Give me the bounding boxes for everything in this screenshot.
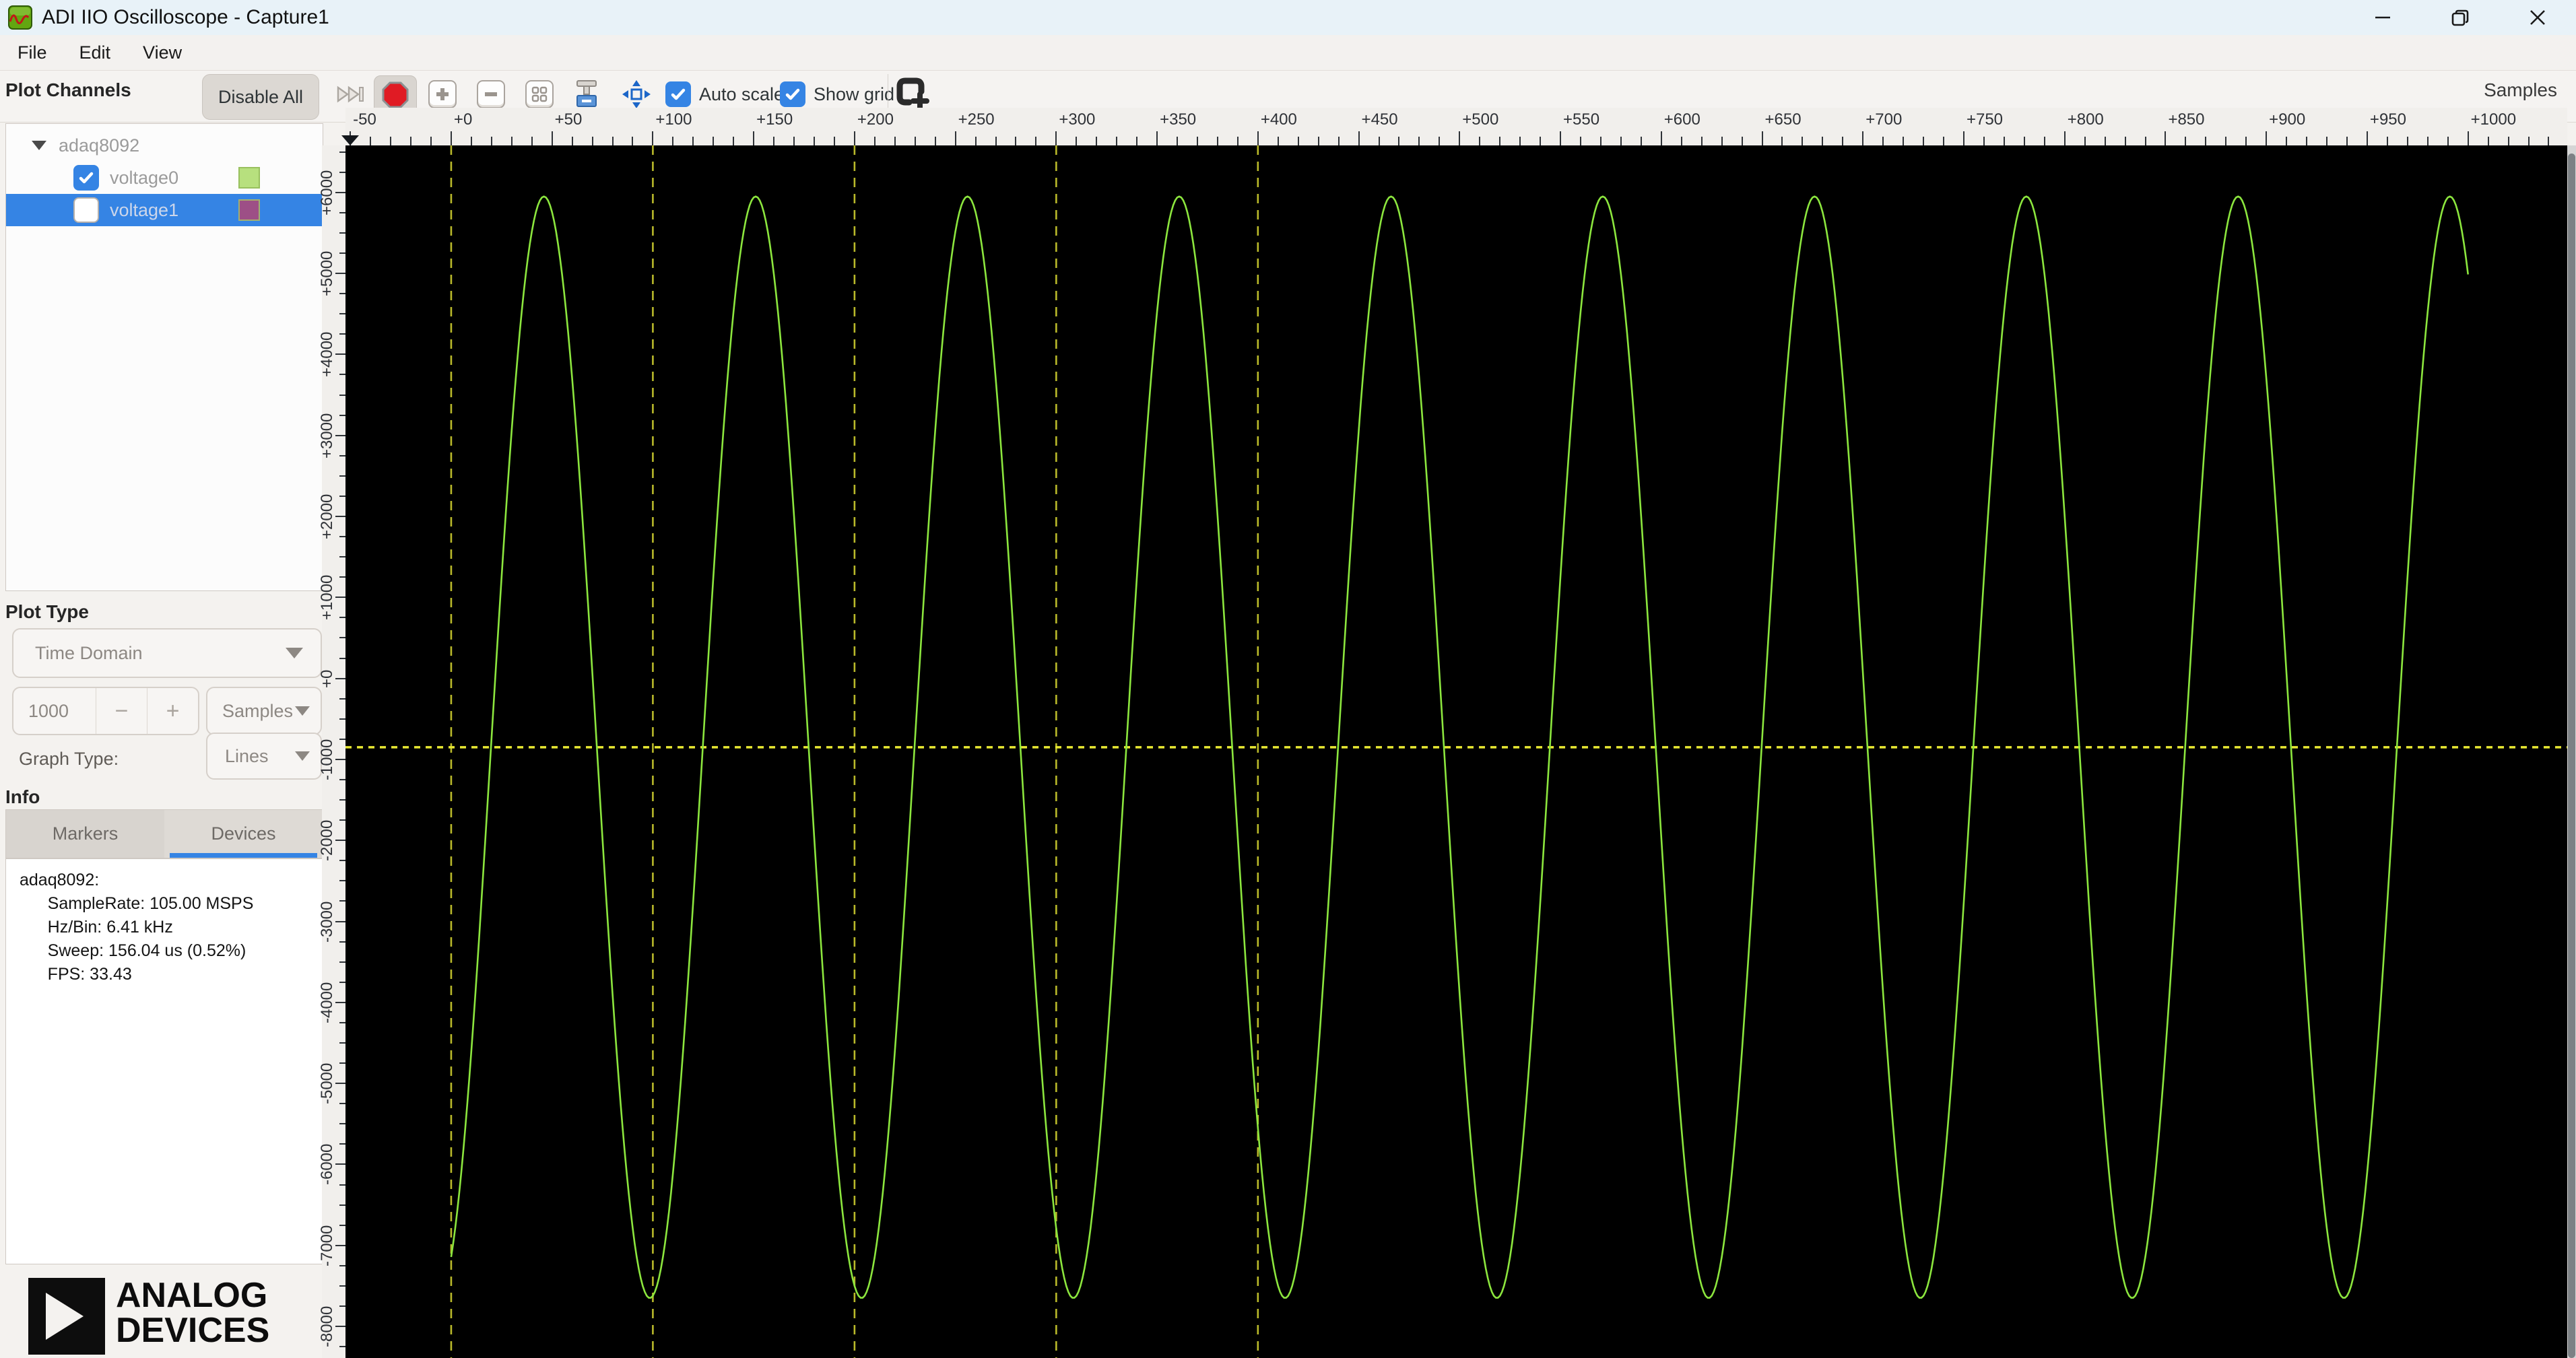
- adi-triangle-icon: [28, 1278, 105, 1355]
- channel-row-voltage1[interactable]: voltage1: [6, 194, 323, 226]
- decrement-button[interactable]: −: [96, 688, 147, 734]
- device-info-text: adaq8092: SampleRate: 105.00 MSPS Hz/Bin…: [5, 858, 323, 1264]
- restore-button[interactable]: [2421, 0, 2499, 35]
- show-grid-label: Show grid: [814, 83, 895, 104]
- zoom-out-icon: [477, 80, 505, 108]
- plot-canvas[interactable]: [345, 145, 2567, 1358]
- close-icon: [2530, 10, 2545, 25]
- logo-text: ANALOG DEVICES: [116, 1276, 270, 1350]
- tab-markers[interactable]: Markers: [6, 810, 164, 858]
- channel-color-swatch[interactable]: [238, 167, 260, 189]
- plot-type-title: Plot Type: [5, 601, 89, 622]
- plot-channels-title: Plot Channels: [5, 79, 131, 100]
- analog-devices-logo: ANALOG DEVICES: [28, 1278, 269, 1355]
- y-axis-ruler: +6000 +5000 +4000 +3000 +2000 +1000 +0 -1000 -20…: [318, 145, 345, 1358]
- check-icon: [785, 88, 800, 100]
- channel-label: voltage1: [110, 199, 179, 220]
- check-icon: [671, 88, 686, 100]
- graph-type-value: Lines: [225, 745, 269, 766]
- disable-all-button[interactable]: Disable All: [202, 74, 319, 120]
- auto-scale-checkbox[interactable]: [665, 81, 691, 107]
- graph-type-label: Graph Type:: [19, 749, 119, 769]
- pan-move-icon: [622, 80, 651, 108]
- check-icon: [79, 172, 94, 184]
- scrollbar-thumb[interactable]: [2568, 154, 2575, 1358]
- plot-vertical-scrollbar[interactable]: [2567, 145, 2576, 1358]
- check-icon: [79, 204, 94, 216]
- title-bar: ADI IIO Oscilloscope - Capture1: [0, 0, 2576, 35]
- seek-forward-icon: [337, 86, 364, 103]
- chevron-down-icon: [295, 751, 310, 761]
- channel-color-swatch[interactable]: [238, 199, 260, 221]
- increment-button[interactable]: +: [147, 688, 198, 734]
- menu-bar: File Edit View: [0, 35, 2576, 71]
- chevron-down-icon: [286, 648, 303, 658]
- close-button[interactable]: [2499, 0, 2576, 35]
- channel-row-voltage0[interactable]: voltage0: [6, 162, 323, 194]
- expander-icon[interactable]: [32, 141, 46, 150]
- menu-file[interactable]: File: [0, 42, 63, 63]
- save-plot-icon: [576, 80, 597, 107]
- sample-count-spinner: 1000 − +: [12, 687, 199, 735]
- app-window: ADI IIO Oscilloscope - Capture1 File Edi…: [0, 0, 2576, 1358]
- zoom-in-icon: [428, 80, 457, 108]
- sample-count-value[interactable]: 1000: [13, 701, 96, 722]
- plot-channels-list: adaq8092 voltage0 voltage1: [5, 123, 323, 591]
- window-title: ADI IIO Oscilloscope - Capture1: [42, 6, 329, 28]
- minimize-button[interactable]: [2344, 0, 2421, 35]
- plot-type-value: Time Domain: [35, 642, 143, 663]
- units-value: Samples: [222, 700, 294, 721]
- new-plot-icon: [896, 77, 929, 110]
- samples-axis-label: Samples: [2484, 79, 2557, 100]
- menu-edit[interactable]: Edit: [63, 42, 127, 63]
- units-dropdown[interactable]: Samples: [206, 687, 322, 735]
- window-controls: [2344, 0, 2576, 35]
- show-grid-checkbox[interactable]: [780, 81, 805, 107]
- device-label: adaq8092: [59, 135, 140, 156]
- channel-checkbox[interactable]: [73, 165, 99, 191]
- tab-devices[interactable]: Devices: [164, 810, 323, 858]
- info-tabs: Markers Devices: [5, 809, 323, 858]
- channel-label: voltage0: [110, 167, 179, 188]
- minimize-icon: [2375, 16, 2390, 19]
- graph-type-dropdown[interactable]: Lines: [206, 733, 322, 780]
- chevron-down-icon: [295, 706, 310, 716]
- zoom-fit-icon: [525, 80, 554, 108]
- waveform-chart: [345, 145, 2567, 1358]
- trigger-marker-icon: [341, 135, 360, 145]
- plot-type-dropdown[interactable]: Time Domain: [12, 628, 322, 678]
- menu-view[interactable]: View: [127, 42, 198, 63]
- app-icon: [8, 5, 32, 30]
- auto-scale-label: Auto scale: [699, 83, 785, 104]
- channel-checkbox[interactable]: [73, 197, 99, 223]
- restore-icon: [2451, 9, 2468, 26]
- info-title: Info: [5, 786, 40, 807]
- record-stop-icon: [382, 81, 409, 108]
- x-axis-ruler: -50 +0 +50 +100 +150 +200 +250 +300 +350 +400 +450…: [341, 108, 2567, 145]
- device-row[interactable]: adaq8092: [6, 129, 323, 162]
